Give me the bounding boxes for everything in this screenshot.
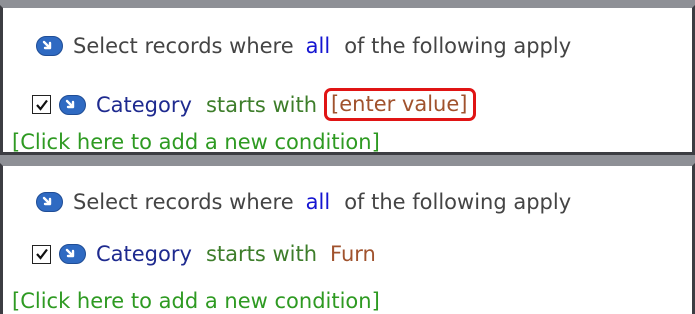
condition-checkbox[interactable]: [32, 95, 51, 114]
collapse-arrow-icon[interactable]: [59, 94, 86, 115]
quantifier-link[interactable]: all: [306, 190, 331, 214]
add-condition-link[interactable]: [Click here to add a new condition]: [12, 130, 380, 152]
filter-panel-before: Select records where all of the followin…: [0, 5, 695, 155]
condition-operator[interactable]: starts with: [206, 242, 317, 266]
condition-field[interactable]: Category: [96, 242, 192, 266]
quantifier-link[interactable]: all: [306, 34, 331, 58]
checkmark-icon: [35, 248, 48, 260]
condition-value[interactable]: [enter value]: [331, 92, 467, 116]
checkmark-icon: [35, 99, 48, 111]
filter-intro-suffix: of the following apply: [344, 34, 572, 58]
condition-operator[interactable]: starts with: [206, 93, 317, 117]
filter-header: Select records where all of the followin…: [36, 34, 692, 58]
condition-row: Category starts with Furn: [32, 242, 692, 266]
add-condition-row: [Click here to add a new condition]: [12, 130, 692, 152]
filter-panel-after: Select records where all of the followin…: [0, 163, 695, 314]
value-highlight-box: [enter value]: [324, 88, 477, 121]
condition-value[interactable]: Furn: [330, 242, 376, 266]
collapse-arrow-icon[interactable]: [36, 192, 63, 212]
add-condition-row: [Click here to add a new condition]: [12, 289, 692, 313]
filter-intro-text: Select records where: [73, 190, 294, 214]
condition-field[interactable]: Category: [96, 93, 192, 117]
collapse-arrow-icon[interactable]: [36, 36, 63, 56]
filter-intro-suffix: of the following apply: [344, 190, 572, 214]
collapse-arrow-icon[interactable]: [59, 244, 86, 264]
filter-header: Select records where all of the followin…: [36, 190, 692, 214]
condition-checkbox[interactable]: [32, 244, 51, 264]
condition-row: Category starts with [enter value]: [32, 88, 692, 121]
filter-intro-text: Select records where: [73, 34, 294, 58]
add-condition-link[interactable]: [Click here to add a new condition]: [12, 289, 380, 313]
